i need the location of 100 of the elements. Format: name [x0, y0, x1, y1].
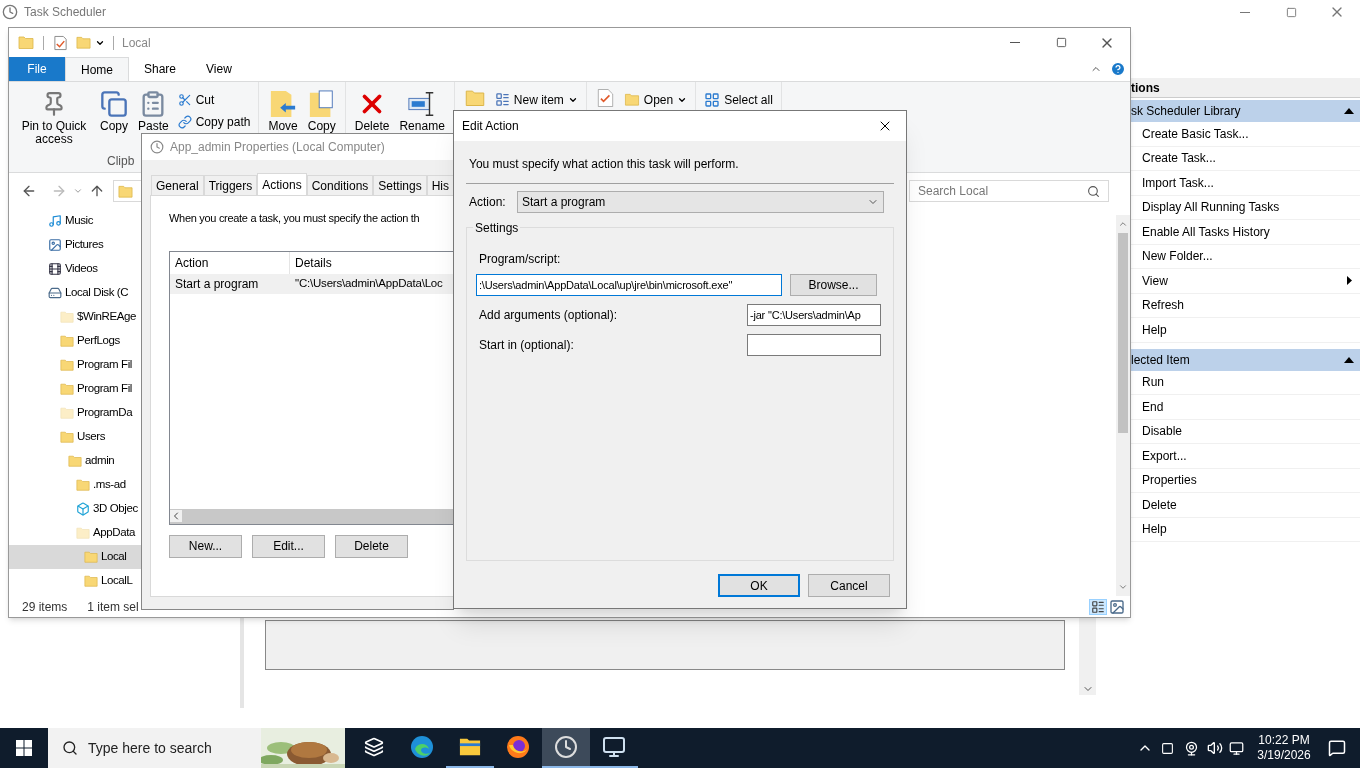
notifications-icon[interactable]: [1328, 739, 1346, 757]
tree-item[interactable]: admin: [9, 449, 241, 473]
table-row[interactable]: Start a program "C:\Users\admin\AppData\Loc: [170, 273, 453, 294]
tree-item[interactable]: LocalL: [9, 569, 241, 593]
document-check-icon: [596, 88, 614, 108]
ribbon-button[interactable]: Open: [621, 90, 690, 109]
dialog-title: App_admin Properties (Local Computer): [170, 139, 385, 156]
folder-icon: [76, 34, 91, 51]
dialog-tab[interactable]: Conditions: [306, 175, 374, 195]
search-icon: [62, 740, 78, 756]
select-all-icon: [704, 91, 721, 108]
speaker-icon[interactable]: [1207, 740, 1223, 756]
ribbon-tab[interactable]: Share: [129, 57, 192, 81]
tree-item[interactable]: $WinREAge: [9, 305, 241, 329]
maximize-icon: [1285, 6, 1297, 18]
collapse-icon: [1344, 108, 1354, 114]
ribbon-button[interactable]: New item: [492, 90, 580, 109]
ribbon-button[interactable]: Copy path: [175, 112, 253, 131]
tree-item[interactable]: ProgramDa: [9, 401, 241, 425]
monitor-icon: [602, 735, 626, 759]
tree-item[interactable]: PerfLogs: [9, 329, 241, 353]
ribbon-tab[interactable]: File: [9, 57, 65, 81]
search-box[interactable]: Type here to search: [48, 728, 345, 768]
ribbon-tab[interactable]: Home: [65, 57, 129, 81]
pane-header: tions: [1131, 78, 1360, 98]
description: When you create a task, you must specify the action th: [169, 211, 421, 226]
large-icons-view-icon[interactable]: [1109, 598, 1125, 615]
window-title: Local: [122, 34, 151, 52]
window-title: Task Scheduler: [24, 4, 107, 21]
clock-icon: [2, 4, 18, 20]
tree-item[interactable]: Program Fil: [9, 353, 241, 377]
text-field[interactable]: :\Users\admin\AppData\Local\up\jre\bin\microsoft.exe": [476, 274, 782, 296]
action-item[interactable]: Import Task...: [1131, 171, 1360, 196]
action-item[interactable]: Delete: [1131, 493, 1360, 518]
folder-arrow-icon: [269, 89, 298, 119]
folder-icon: [623, 92, 640, 107]
action-item[interactable]: End: [1131, 395, 1360, 420]
task-view-icon: [364, 737, 384, 757]
minimize-icon: [1240, 11, 1250, 13]
maximize-icon: [1055, 37, 1067, 48]
dialog-button[interactable]: New...: [169, 534, 242, 558]
field-label: Program/script:: [479, 251, 562, 268]
path-icon: [177, 114, 192, 129]
dialog-button[interactable]: OK: [718, 574, 800, 597]
field-label: Add arguments (optional):: [479, 307, 618, 324]
item-count: 29 items: [22, 598, 68, 616]
tree-item[interactable]: Users: [9, 425, 241, 449]
text-field[interactable]: [747, 334, 881, 356]
clock-icon: [554, 735, 578, 759]
folder-icon: [464, 88, 485, 108]
dialog-button[interactable]: Cancel: [808, 574, 890, 597]
dialog-tab[interactable]: Settings: [373, 175, 427, 195]
column-header[interactable]: Action: [170, 251, 290, 274]
action-item[interactable]: Enable All Tasks History: [1131, 220, 1360, 245]
dialog-tab[interactable]: His: [426, 175, 453, 195]
selection-count: 1 item sel: [87, 598, 139, 616]
tree-item[interactable]: .ms-ad: [9, 473, 241, 497]
dialog-tab[interactable]: Triggers: [203, 175, 258, 195]
text-field[interactable]: -jar "C:\Users\admin\Ap: [747, 304, 881, 326]
dialog-tab[interactable]: Actions: [257, 173, 307, 195]
network-icon[interactable]: [1229, 740, 1244, 756]
square-icon[interactable]: [1161, 741, 1174, 755]
instruction: You must specify what action this task will perform.: [469, 156, 740, 173]
dialog-button[interactable]: Edit...: [252, 534, 325, 558]
ribbon-button[interactable]: Select all: [702, 90, 775, 109]
clock[interactable]: 10:22 PM 3/19/2026: [1252, 733, 1316, 763]
action-item[interactable]: View: [1131, 269, 1360, 294]
action-item[interactable]: Create Basic Task...: [1131, 122, 1360, 147]
tree-item[interactable]: Program Fil: [9, 377, 241, 401]
up-icon[interactable]: [89, 183, 105, 199]
table-cell-text: Start a program: [174, 275, 260, 293]
collapse-icon: [1344, 356, 1354, 363]
taskbar-app[interactable]: [542, 728, 590, 768]
folder-copy-icon: [307, 89, 336, 119]
ribbon-button[interactable]: Cut: [175, 90, 253, 109]
search-field[interactable]: Search Local: [909, 180, 1109, 202]
tree-item[interactable]: 3D Objec: [9, 497, 241, 521]
action-item[interactable]: Export...: [1131, 444, 1360, 469]
action-dropdown[interactable]: Start a program: [517, 191, 884, 213]
browse-button[interactable]: Browse...: [790, 274, 877, 296]
minimize-icon: [1010, 42, 1020, 43]
back-icon[interactable]: [21, 183, 37, 199]
ribbon-button[interactable]: Pin to Quick access: [15, 88, 93, 158]
details-view-icon[interactable]: [1089, 598, 1107, 615]
folder-icon: [18, 34, 34, 51]
fox-icon: [506, 735, 530, 759]
dialog-button[interactable]: Delete: [335, 534, 408, 558]
dialog-tab[interactable]: General: [151, 175, 204, 195]
camera-icon[interactable]: [1184, 740, 1199, 756]
ribbon-tab[interactable]: View: [191, 57, 247, 81]
scrollbar-thumb[interactable]: [1118, 233, 1128, 433]
action-item[interactable]: Help: [1131, 318, 1360, 343]
document-check-icon: [53, 34, 68, 51]
section-header[interactable]: sk Scheduler Library: [1131, 100, 1360, 122]
copy-icon: [100, 89, 128, 119]
help-icon[interactable]: [1110, 61, 1126, 77]
clock-icon: [150, 140, 164, 154]
table-cell-text: "C:\Users\admin\AppData\Loc: [294, 275, 443, 291]
section-header[interactable]: lected Item: [1131, 348, 1360, 371]
column-header[interactable]: Details: [290, 251, 332, 274]
